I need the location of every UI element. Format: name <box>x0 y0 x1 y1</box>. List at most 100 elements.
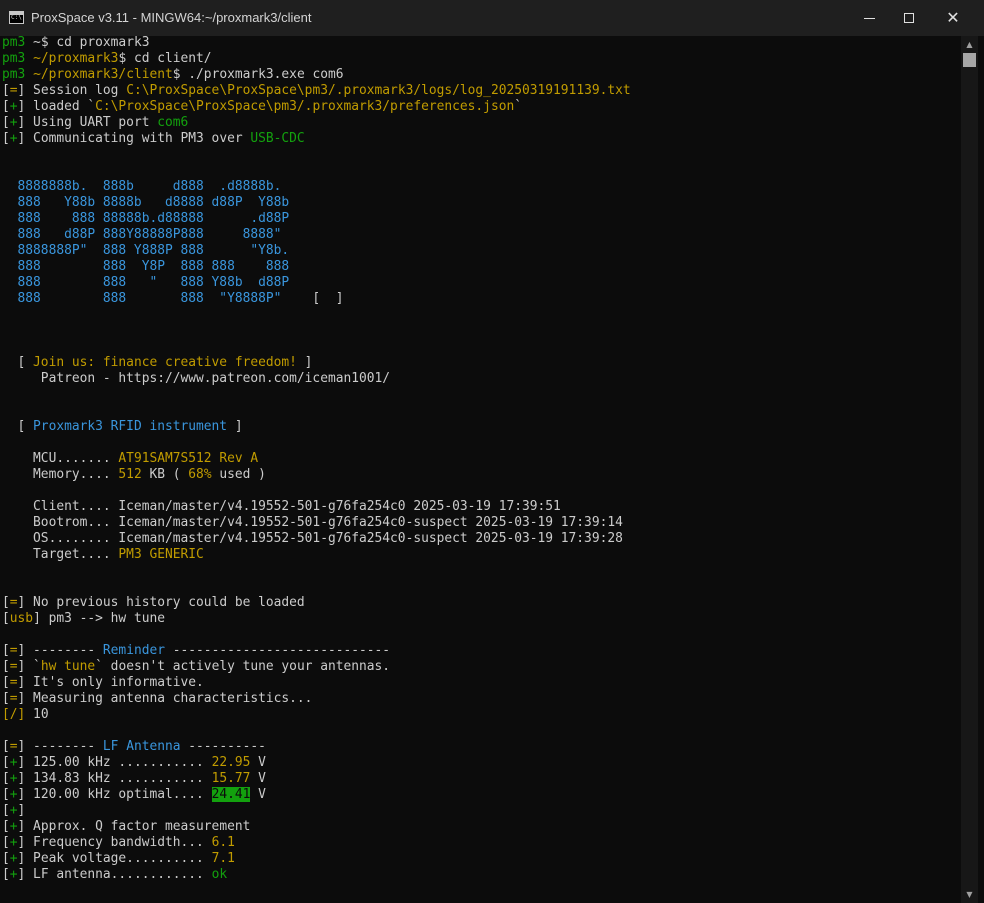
terminal-text: 22.95 <box>211 755 251 770</box>
terminal-line: [=] It's only informative. <box>2 675 204 691</box>
terminal-line: [usb] pm3 --> hw tune <box>2 611 165 627</box>
terminal-line: Bootrom... Iceman/master/v4.19552-501-g7… <box>2 515 623 531</box>
terminal-text: ] pm3 --> hw tune <box>33 611 165 626</box>
terminal-text: = <box>9 659 18 674</box>
terminal-text: ~/proxmark3/client <box>33 67 173 82</box>
terminal-line: [+] Frequency bandwidth... 6.1 <box>2 835 235 851</box>
terminal-text: = <box>9 675 18 690</box>
terminal-text: KB ( <box>141 467 189 482</box>
terminal-text: ] Session log <box>17 83 127 98</box>
terminal-text: ] -------- <box>17 739 103 754</box>
terminal-text: Target.... <box>2 547 119 562</box>
terminal-text: [ <box>2 739 10 754</box>
terminal-text: [ <box>2 771 10 786</box>
terminal-line: MCU....... AT91SAM7S512 Rev A <box>2 451 258 467</box>
terminal-text: OS........ Iceman/master/v4.19552-501-g7… <box>2 531 623 546</box>
terminal-text: MCU....... <box>2 451 119 466</box>
terminal-text: 7.1 <box>211 851 235 866</box>
terminal-text: 512 <box>118 467 142 482</box>
terminal-window: ProxSpace v3.11 - MINGW64:~/proxmark3/cl… <box>0 0 984 903</box>
terminal-text: Bootrom... Iceman/master/v4.19552-501-g7… <box>2 515 623 530</box>
scroll-up-arrow-icon[interactable]: ▲ <box>961 36 978 53</box>
terminal-text: ---------- <box>180 739 266 754</box>
terminal-text: + <box>9 99 18 114</box>
terminal-text: hw tune <box>40 659 96 674</box>
terminal-text: AT91SAM7S512 Rev A <box>118 451 259 466</box>
maximize-button[interactable] <box>886 0 932 36</box>
terminal-line: [ Proxmark3 RFID instrument ] <box>2 419 243 435</box>
terminal-line: [+] Communicating with PM3 over USB-CDC <box>2 131 305 147</box>
terminal-text: Join us: finance creative freedom! <box>33 355 297 370</box>
terminal-text: + <box>9 819 18 834</box>
terminal-text: [ <box>2 643 10 658</box>
terminal-text: pm3 <box>2 35 26 50</box>
terminal-text: [ <box>2 851 10 866</box>
terminal-line: 8888888P" 888 Y888P 888 "Y8b. <box>2 243 290 259</box>
window-title: ProxSpace v3.11 - MINGW64:~/proxmark3/cl… <box>31 10 312 25</box>
title-bar[interactable]: ProxSpace v3.11 - MINGW64:~/proxmark3/cl… <box>0 0 984 36</box>
terminal-text: com6 <box>157 115 189 130</box>
scrollbar-thumb[interactable] <box>963 53 976 67</box>
terminal-text: ] -------- <box>17 643 103 658</box>
terminal-output[interactable]: pm3 ~$ cd proxmark3 pm3 ~/proxmark3$ cd c… <box>2 35 957 903</box>
terminal-text: [ <box>2 115 10 130</box>
terminal-line: [+] 134.83 kHz ........... 15.77 V <box>2 771 266 787</box>
terminal-text: 68% <box>188 467 212 482</box>
terminal-line: [=] `hw tune` doesn't actively tune your… <box>2 659 390 675</box>
terminal-text: ] <box>296 355 313 370</box>
terminal-text: + <box>9 131 18 146</box>
terminal-text: 24.41 <box>211 787 251 802</box>
terminal-text: ] <box>227 419 243 434</box>
terminal-text: [ <box>2 611 10 626</box>
terminal-line: pm3 ~/proxmark3$ cd client/ <box>2 51 212 67</box>
terminal-text: [ <box>2 787 10 802</box>
terminal-line: [+] LF antenna............ ok <box>2 867 227 883</box>
terminal-text: = <box>9 595 18 610</box>
terminal-text: [/] <box>2 707 26 722</box>
terminal-line: pm3 ~$ cd proxmark3 <box>2 35 149 51</box>
terminal-text: ] Using UART port <box>17 115 158 130</box>
terminal-text: + <box>9 787 18 802</box>
console-icon[interactable] <box>9 11 24 24</box>
minimize-icon <box>863 17 875 19</box>
terminal-text: + <box>9 835 18 850</box>
terminal-line: 8888888b. 888b d888 .d8888b. <box>2 179 282 195</box>
terminal-text: 8888888b. 888b d888 .d8888b. <box>2 179 282 194</box>
terminal-line: [+] <box>2 803 25 819</box>
terminal-text: = <box>9 83 18 98</box>
terminal-line: [+] Using UART port com6 <box>2 115 188 131</box>
terminal-line: [/] 10 <box>2 707 49 723</box>
terminal-line: pm3 ~/proxmark3/client$ ./proxmark3.exe … <box>2 67 344 83</box>
terminal-text: C:\ProxSpace\ProxSpace\pm3/.proxmark3/pr… <box>95 99 515 114</box>
terminal-text: ] 134.83 kHz ........... <box>17 771 212 786</box>
terminal-text: 8888888P" 888 Y888P 888 "Y8b. <box>2 243 290 258</box>
terminal-line: 888 Y88b 8888b d8888 d88P Y88b <box>2 195 290 211</box>
terminal-text: [ <box>2 659 10 674</box>
terminal-text: [ <box>2 595 10 610</box>
terminal-text: [ <box>2 99 10 114</box>
terminal-text: ] loaded ` <box>17 99 96 114</box>
terminal-text: pm3 <box>2 67 26 82</box>
terminal-line: [+] Approx. Q factor measurement <box>2 819 250 835</box>
terminal-line: 888 888 88888b.d88888 .d88P <box>2 211 290 227</box>
terminal-text: ] <box>17 803 26 818</box>
terminal-line: 888 888 Y8P 888 888 888 <box>2 259 290 275</box>
terminal-line: Patreon - https://www.patreon.com/iceman… <box>2 371 390 387</box>
vertical-scrollbar[interactable]: ▲ ▼ <box>961 36 978 903</box>
terminal-text: [ <box>2 675 10 690</box>
terminal-text: + <box>9 803 18 818</box>
terminal-text: ] Peak voltage.......... <box>17 851 212 866</box>
terminal-line: 888 888 888 "Y8888P" [ ] <box>2 291 344 307</box>
scroll-down-arrow-icon[interactable]: ▼ <box>961 886 978 903</box>
terminal-text: [ <box>2 819 10 834</box>
terminal-text: [ <box>2 355 34 370</box>
terminal-text: ] Approx. Q factor measurement <box>17 819 251 834</box>
terminal-text: [ <box>2 83 10 98</box>
terminal-line: [=] No previous history could be loaded <box>2 595 305 611</box>
terminal-line: [ Join us: finance creative freedom! ] <box>2 355 313 371</box>
terminal-text: + <box>9 867 18 882</box>
terminal-text: [ <box>2 755 10 770</box>
close-button[interactable]: ✕ <box>930 0 976 36</box>
terminal-text: Reminder <box>102 643 165 658</box>
